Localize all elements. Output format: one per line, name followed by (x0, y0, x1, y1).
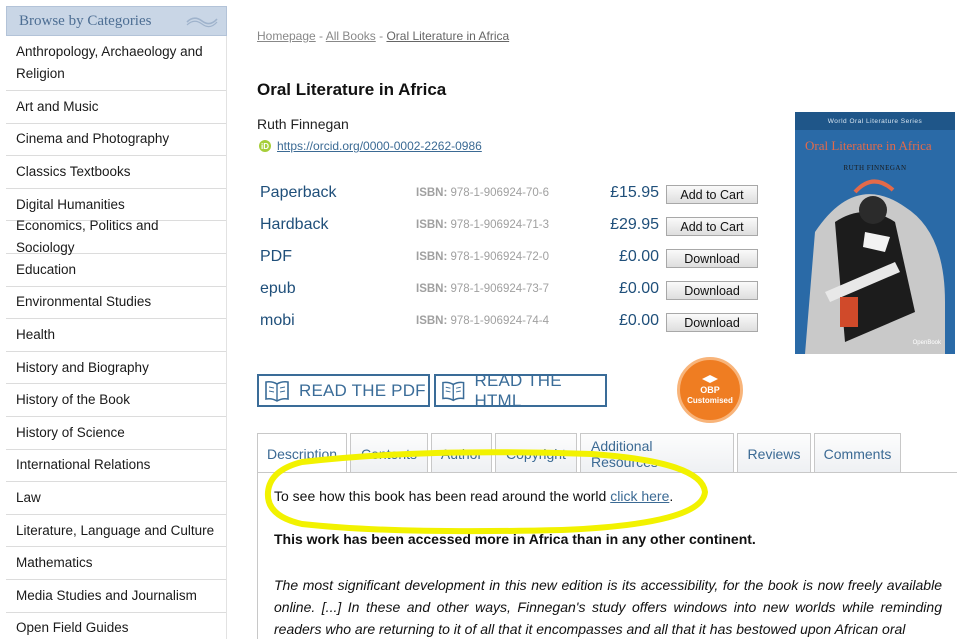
isbn-value: 978-1-906924-72-0 (450, 251, 549, 263)
tab-author[interactable]: Author (431, 433, 492, 473)
sidebar-item[interactable]: Health (6, 319, 226, 352)
isbn-label: ISBN: (416, 219, 448, 231)
format-price: £0.00 (618, 280, 659, 297)
isbn: ISBN: 978-1-906924-74-4 (416, 315, 549, 327)
book-tabs: Description Contents Author Copyright Additi… (257, 433, 904, 473)
format-name[interactable]: Paperback (260, 184, 337, 202)
format-row: epub ISBN: 978-1-906924-73-7 £0.00 Download (257, 274, 762, 306)
format-price: £15.95 (610, 184, 659, 201)
category-sidebar: Browse by Categories Anthropology, Archa… (6, 6, 227, 639)
read-map-prefix: To see how this book has been read aroun… (274, 488, 611, 504)
isbn: ISBN: 978-1-906924-72-0 (416, 251, 549, 263)
isbn: ISBN: 978-1-906924-73-7 (416, 283, 549, 295)
format-name[interactable]: PDF (260, 248, 292, 266)
click-here-link[interactable]: click here (610, 488, 669, 504)
description-paragraph: The most significant development in this… (274, 577, 942, 637)
tab-additional-resources[interactable]: Additional Resources (580, 433, 734, 473)
format-action-button[interactable]: Download (666, 281, 758, 300)
cover-title: Oral Literature in Africa (805, 138, 932, 153)
format-action-button[interactable]: Add to Cart (666, 185, 758, 204)
isbn: ISBN: 978-1-906924-71-3 (416, 219, 549, 231)
tab-copyright[interactable]: Copyright (495, 433, 577, 473)
format-name[interactable]: Hardback (260, 216, 328, 234)
sidebar-item[interactable]: Art and Music (6, 91, 226, 124)
isbn-label: ISBN: (416, 251, 448, 263)
format-row: PDF ISBN: 978-1-906924-72-0 £0.00 Download (257, 242, 762, 274)
tab-comments[interactable]: Comments (814, 433, 901, 473)
obp-customised-badge[interactable]: OBP Customised (677, 357, 743, 423)
orcid-icon: iD (259, 140, 271, 152)
sidebar-header: Browse by Categories (6, 6, 227, 36)
breadcrumb-separator: - (315, 29, 326, 43)
read-map-suffix: . (669, 488, 674, 504)
sidebar-item[interactable]: Cinema and Photography (6, 124, 226, 157)
breadcrumb-current[interactable]: Oral Literature in Africa (386, 29, 509, 43)
format-row: Hardback ISBN: 978-1-906924-71-3 £29.95 Add… (257, 210, 762, 242)
breadcrumb: Homepage - All Books - Oral Literature i… (257, 29, 509, 43)
isbn-value: 978-1-906924-74-4 (450, 315, 549, 327)
cover-publisher: OpenBook (912, 340, 941, 346)
description-panel: To see how this book has been read aroun… (257, 472, 957, 639)
sidebar-item[interactable]: International Relations (6, 450, 226, 483)
obp-badge-line2: Customised (687, 396, 733, 405)
orcid-link[interactable]: https://orcid.org/0000-0002-2262-0986 (277, 139, 482, 153)
read-map-text: To see how this book has been read aroun… (274, 488, 673, 504)
cover-series: World Oral Literature Series (827, 118, 923, 125)
sidebar-item[interactable]: Anthropology, Archaeology and Religion (6, 36, 226, 91)
book-author: Ruth Finnegan (257, 116, 349, 132)
category-list: Anthropology, Archaeology and Religion Ar… (6, 36, 227, 639)
breadcrumb-separator: - (375, 29, 387, 43)
graduation-cap-icon (702, 375, 718, 383)
breadcrumb-home[interactable]: Homepage (257, 29, 316, 43)
open-book-icon (442, 381, 465, 401)
isbn-label: ISBN: (416, 187, 448, 199)
sidebar-item[interactable]: Mathematics (6, 547, 226, 580)
isbn-value: 978-1-906924-71-3 (450, 219, 549, 231)
isbn-label: ISBN: (416, 283, 448, 295)
tab-description[interactable]: Description (257, 433, 347, 473)
sidebar-item[interactable]: History and Biography (6, 352, 226, 385)
format-action-button[interactable]: Download (666, 249, 758, 268)
isbn-value: 978-1-906924-73-7 (450, 283, 549, 295)
format-action-button[interactable]: Download (666, 313, 758, 332)
tab-contents[interactable]: Contents (350, 433, 428, 473)
orcid-row: iD https://orcid.org/0000-0002-2262-0986 (259, 139, 482, 153)
page-title: Oral Literature in Africa (257, 80, 447, 99)
read-html-button[interactable]: READ THE HTML (434, 371, 607, 410)
cover-author: RUTH FINNEGAN (843, 164, 907, 172)
read-pdf-label: READ THE PDF (299, 380, 426, 400)
obp-badge-line1: OBP (700, 385, 720, 395)
sidebar-item[interactable]: Classics Textbooks (6, 156, 226, 189)
format-price: £0.00 (618, 248, 659, 265)
book-cover[interactable]: World Oral Literature Series Oral Litera… (795, 112, 955, 354)
open-book-icon (265, 380, 289, 402)
access-statement: This work has been accessed more in Afri… (274, 531, 756, 547)
tab-reviews[interactable]: Reviews (737, 433, 811, 473)
format-price: £0.00 (618, 312, 659, 329)
format-row: Paperback ISBN: 978-1-906924-70-6 £15.95 Ad… (257, 178, 762, 210)
format-name[interactable]: mobi (260, 312, 295, 330)
format-price: £29.95 (610, 216, 659, 233)
sidebar-item[interactable]: Open Field Guides (6, 613, 226, 639)
breadcrumb-all-books[interactable]: All Books (326, 29, 376, 43)
isbn: ISBN: 978-1-906924-70-6 (416, 187, 549, 199)
isbn-label: ISBN: (416, 315, 448, 327)
wave-decoration-icon (186, 17, 218, 28)
sidebar-item[interactable]: History of Science (6, 417, 226, 450)
sidebar-item[interactable]: Law (6, 482, 226, 515)
format-action-button[interactable]: Add to Cart (666, 217, 758, 236)
format-row: mobi ISBN: 978-1-906924-74-4 £0.00 Download (257, 306, 762, 338)
sidebar-item[interactable]: Literature, Language and Culture (6, 515, 226, 548)
format-list: Paperback ISBN: 978-1-906924-70-6 £15.95 Ad… (257, 178, 762, 338)
sidebar-title: Browse by Categories (19, 13, 152, 29)
read-pdf-button[interactable]: READ THE PDF (257, 374, 430, 407)
isbn-value: 978-1-906924-70-6 (450, 187, 549, 199)
sidebar-item[interactable]: History of the Book (6, 384, 226, 417)
sidebar-item[interactable]: Media Studies and Journalism (6, 580, 226, 613)
sidebar-item[interactable]: Environmental Studies (6, 287, 226, 320)
read-html-label: READ THE HTML (474, 370, 562, 410)
format-name[interactable]: epub (260, 280, 296, 298)
sidebar-item[interactable]: Economics, Politics and Sociology (6, 218, 226, 255)
